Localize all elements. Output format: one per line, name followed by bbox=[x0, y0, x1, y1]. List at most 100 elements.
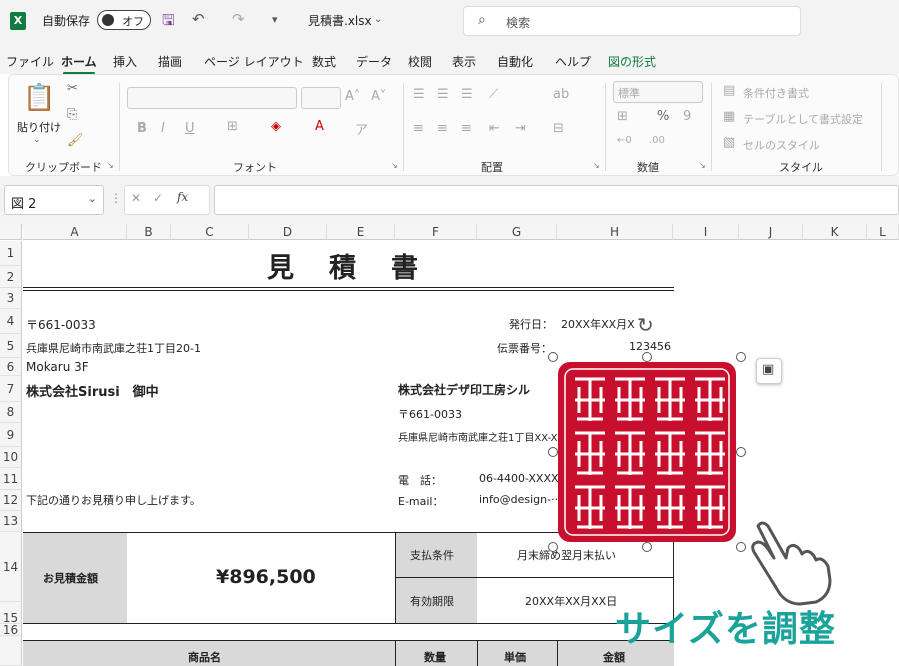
percent-icon[interactable]: % bbox=[657, 109, 669, 124]
paste-dropdown-icon[interactable]: ⌄ bbox=[33, 135, 41, 145]
fill-color-icon[interactable]: ◈ bbox=[271, 119, 281, 134]
row-header[interactable]: 2 bbox=[0, 266, 22, 288]
row-header[interactable]: 16 bbox=[0, 624, 22, 636]
tab-file[interactable]: ファイル bbox=[6, 53, 54, 70]
indent-icon[interactable]: ⇤ bbox=[489, 121, 500, 136]
resize-handle-ne[interactable] bbox=[736, 352, 746, 362]
name-box-dropdown-icon[interactable]: ⌄ bbox=[88, 192, 97, 205]
save-icon[interactable]: 🖫 bbox=[162, 10, 175, 35]
align-left-icon[interactable]: ≡ bbox=[413, 121, 424, 136]
column-header[interactable]: L bbox=[867, 224, 899, 240]
copy-icon[interactable]: ⎘ bbox=[67, 107, 77, 122]
row-header[interactable]: 3 bbox=[0, 288, 22, 309]
search-box[interactable]: ⌕ 検索 bbox=[463, 6, 801, 36]
tab-view[interactable]: 表示 bbox=[452, 53, 476, 70]
name-box[interactable]: 図 2 ⌄ bbox=[4, 185, 104, 215]
paste-label[interactable]: 貼り付け bbox=[17, 119, 61, 135]
borders-icon[interactable]: ⊞ bbox=[227, 119, 238, 134]
seal-stamp-image[interactable]: ↻ bbox=[548, 313, 746, 552]
tab-page-layout[interactable]: ページ レイアウト bbox=[204, 53, 304, 70]
row-header[interactable]: 1 bbox=[0, 241, 22, 266]
row-header[interactable]: 14 bbox=[0, 532, 22, 602]
row-header[interactable]: 8 bbox=[0, 402, 22, 423]
undo-icon[interactable]: ↶ bbox=[192, 10, 205, 28]
row-header[interactable]: 10 bbox=[0, 447, 22, 468]
tab-data[interactable]: データ bbox=[356, 53, 392, 70]
column-header[interactable]: H bbox=[557, 224, 673, 240]
autosave-toggle[interactable]: オフ bbox=[97, 10, 151, 30]
column-header[interactable]: K bbox=[803, 224, 867, 240]
column-header[interactable]: A bbox=[23, 224, 127, 240]
row-header[interactable]: 4 bbox=[0, 309, 22, 334]
filename-chevron-icon[interactable]: ⌄ bbox=[374, 14, 382, 25]
wrap-text-icon[interactable]: ab bbox=[553, 87, 569, 102]
resize-handle-nw[interactable] bbox=[548, 352, 558, 362]
orientation-icon[interactable]: ⟋ bbox=[489, 87, 498, 102]
row-header[interactable]: 5 bbox=[0, 334, 22, 358]
number-format-combo[interactable]: 標準 bbox=[613, 81, 703, 103]
tab-insert[interactable]: 挿入 bbox=[113, 53, 137, 70]
row-header[interactable]: 9 bbox=[0, 423, 22, 447]
outdent-icon[interactable]: ⇥ bbox=[515, 121, 526, 136]
insert-function-button[interactable]: fx bbox=[177, 190, 188, 204]
resize-handle-sw[interactable] bbox=[548, 542, 558, 552]
font-name-combo[interactable] bbox=[127, 87, 297, 109]
decrease-font-icon[interactable]: A˅ bbox=[371, 89, 386, 104]
align-middle-icon[interactable]: ☰ bbox=[437, 87, 449, 102]
format-as-table-button[interactable]: テーブルとして書式設定 bbox=[743, 111, 863, 127]
resize-handle-s[interactable] bbox=[642, 542, 652, 552]
clipboard-launcher-icon[interactable]: ↘ bbox=[107, 161, 114, 170]
align-center-icon[interactable]: ≡ bbox=[437, 121, 448, 136]
cut-icon[interactable]: ✂ bbox=[67, 81, 78, 96]
phonetic-icon[interactable]: ア bbox=[355, 119, 368, 138]
customize-qat-icon[interactable]: ▾ bbox=[272, 13, 278, 26]
comma-style-icon[interactable]: 9 bbox=[683, 109, 691, 124]
format-as-table-icon[interactable]: ▦ bbox=[723, 109, 735, 124]
merge-center-icon[interactable]: ⊟ bbox=[553, 121, 564, 136]
row-header[interactable]: 6 bbox=[0, 358, 22, 376]
cancel-icon[interactable]: ✕ bbox=[131, 191, 141, 205]
column-header[interactable]: J bbox=[739, 224, 803, 240]
resize-handle-se[interactable] bbox=[736, 542, 746, 552]
tab-review[interactable]: 校閲 bbox=[408, 53, 432, 70]
rotate-handle-icon[interactable]: ↻ bbox=[637, 313, 654, 337]
resize-handle-e[interactable] bbox=[736, 447, 746, 457]
tab-formulas[interactable]: 数式 bbox=[312, 53, 336, 70]
paste-icon[interactable]: 📋 bbox=[23, 83, 55, 113]
enter-icon[interactable]: ✓ bbox=[153, 191, 163, 205]
column-header[interactable]: E bbox=[327, 224, 395, 240]
redo-icon[interactable]: ↷ bbox=[232, 10, 245, 28]
conditional-format-button[interactable]: 条件付き書式 bbox=[743, 85, 809, 101]
row-header[interactable]: 15 bbox=[0, 602, 22, 625]
align-top-icon[interactable]: ☰ bbox=[413, 87, 425, 102]
column-header[interactable]: I bbox=[673, 224, 739, 240]
select-all-corner[interactable] bbox=[0, 224, 22, 240]
format-painter-icon[interactable]: 🖌 bbox=[67, 133, 84, 148]
number-launcher-icon[interactable]: ↘ bbox=[699, 161, 706, 170]
row-header[interactable]: 13 bbox=[0, 511, 22, 532]
cell-styles-icon[interactable]: ▧ bbox=[723, 135, 735, 150]
align-right-icon[interactable]: ≡ bbox=[461, 121, 472, 136]
increase-font-icon[interactable]: A˄ bbox=[345, 89, 360, 104]
alignment-launcher-icon[interactable]: ↘ bbox=[593, 161, 600, 170]
conditional-format-icon[interactable]: ▤ bbox=[723, 83, 735, 98]
column-header[interactable]: C bbox=[171, 224, 249, 240]
font-size-combo[interactable] bbox=[301, 87, 341, 109]
row-header[interactable] bbox=[0, 636, 22, 666]
column-header[interactable]: B bbox=[127, 224, 171, 240]
tab-home[interactable]: ホーム bbox=[61, 53, 97, 75]
row-header[interactable]: 11 bbox=[0, 468, 22, 490]
resize-handle-w[interactable] bbox=[548, 447, 558, 457]
tab-picture-format[interactable]: 図の形式 bbox=[608, 53, 656, 70]
underline-button[interactable]: U bbox=[185, 121, 195, 136]
column-header[interactable]: G bbox=[477, 224, 557, 240]
font-launcher-icon[interactable]: ↘ bbox=[391, 161, 398, 170]
decrease-decimal-icon[interactable]: .00 bbox=[649, 135, 665, 146]
row-header[interactable]: 7 bbox=[0, 376, 22, 402]
column-header[interactable]: F bbox=[395, 224, 477, 240]
column-header[interactable]: D bbox=[249, 224, 327, 240]
italic-button[interactable]: I bbox=[161, 121, 165, 136]
file-name[interactable]: 見積書.xlsx bbox=[308, 12, 372, 29]
increase-decimal-icon[interactable]: ←0 bbox=[617, 135, 632, 146]
tab-draw[interactable]: 描画 bbox=[158, 53, 182, 70]
